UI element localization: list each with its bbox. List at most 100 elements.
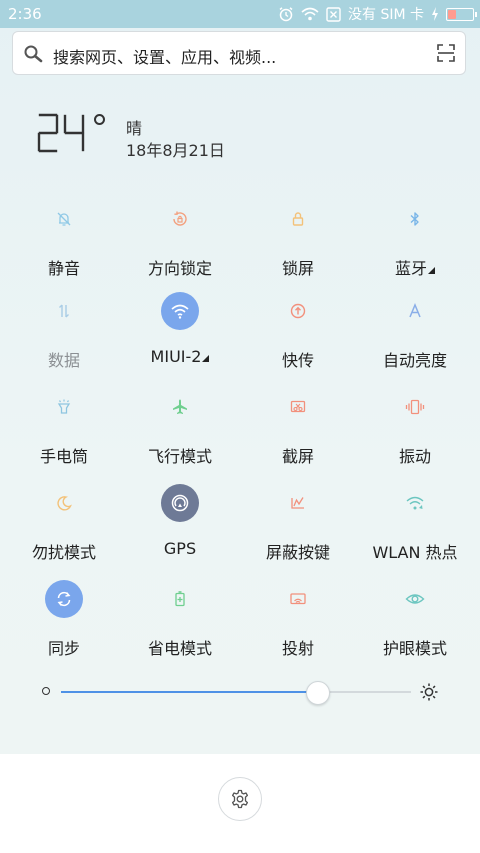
lock-icon [292, 212, 304, 226]
toggle-label: 屏蔽按键 [265, 543, 330, 562]
vibrate-circle [396, 388, 434, 426]
toggle-label: 方向锁定 [147, 259, 212, 278]
toggle-block-keys[interactable]: 屏蔽按键 [238, 484, 358, 580]
toggle-label: 蓝牙 [355, 255, 475, 279]
toggle-mute[interactable]: 静音 [4, 200, 124, 296]
eye-care-circle [396, 580, 434, 618]
block-keys-circle [279, 484, 317, 522]
toggle-gps[interactable]: GPS [120, 484, 240, 580]
rotation-lock-circle [161, 200, 199, 238]
moon-icon [57, 496, 72, 511]
auto-brightness-icon [409, 303, 421, 318]
rotation-lock-icon [173, 211, 187, 226]
toggle-label: 振动 [398, 447, 431, 466]
airplane-icon [173, 399, 187, 414]
toggle-label: 截屏 [281, 447, 314, 466]
screenshot-circle [279, 388, 317, 426]
cast-circle [279, 580, 317, 618]
toggle-eye-care[interactable]: 护眼模式 [355, 580, 475, 676]
toggle-lock-screen[interactable]: 锁屏 [238, 200, 358, 296]
brightness-track[interactable] [61, 691, 411, 693]
toggle-label: 省电模式 [147, 639, 212, 658]
toggle-cast[interactable]: 投射 [238, 580, 358, 676]
toggle-label: 同步 [47, 639, 80, 658]
brightness-fill [61, 691, 317, 693]
wifi-icon [171, 304, 189, 319]
toggle-label: WLAN 热点 [372, 543, 458, 562]
data-circle [45, 292, 83, 330]
temperature-digits [37, 113, 85, 153]
status-bar: 2:36 没有 SIM 卡 [0, 0, 480, 28]
brightness-knob[interactable] [305, 681, 330, 705]
toggle-label: GPS [163, 539, 197, 558]
status-time: 2:36 [8, 5, 42, 23]
toggle-hotspot[interactable]: WLAN 热点 [355, 484, 475, 580]
toggle-label: 数据 [47, 351, 80, 370]
gps-circle [161, 484, 199, 522]
gear-icon [231, 789, 249, 809]
toggle-airplane[interactable]: 飞行模式 [120, 388, 240, 484]
battery-icon [446, 7, 477, 21]
battery-saver-circle [161, 580, 199, 618]
bell-off-icon [57, 212, 71, 226]
weather-date: 18年8月21日 [126, 141, 225, 160]
menu-arrow-icon [428, 267, 435, 274]
bluetooth-icon [410, 212, 419, 226]
toggle-vibrate[interactable]: 振动 [355, 388, 475, 484]
alarm-icon [279, 7, 293, 22]
wifi-icon [301, 7, 319, 21]
toggle-battery-saver[interactable]: 省电模式 [120, 580, 240, 676]
search-input[interactable]: 搜索网页、设置、应用、视频... [53, 44, 276, 68]
eye-icon [405, 594, 425, 604]
scan-icon[interactable] [437, 44, 455, 62]
settings-button[interactable] [218, 777, 262, 821]
toggle-flashlight[interactable]: 手电筒 [4, 388, 124, 484]
toggle-label: 自动亮度 [382, 351, 447, 370]
toggle-screenshot[interactable]: 截屏 [238, 388, 358, 484]
search-icon [24, 45, 43, 63]
toggle-label: 飞行模式 [147, 447, 212, 466]
charging-icon [432, 7, 438, 21]
bluetooth-circle [396, 200, 434, 238]
weather-condition: 晴 [126, 119, 143, 138]
battery-saver-icon [175, 591, 185, 607]
toggle-dnd[interactable]: 勿扰模式 [4, 484, 124, 580]
search-bar[interactable]: 搜索网页、设置、应用、视频... [12, 31, 466, 75]
cast-icon [290, 593, 306, 605]
airplane-circle [161, 388, 199, 426]
toggle-label: 锁屏 [281, 259, 314, 278]
carrier-text: 没有 SIM 卡 [348, 7, 424, 23]
toggle-rotation-lock[interactable]: 方向锁定 [120, 200, 240, 296]
toggle-label: 静音 [47, 259, 80, 278]
menu-arrow-icon [202, 355, 210, 362]
mute-circle [45, 200, 83, 238]
degree-symbol [94, 114, 105, 125]
screenshot-icon [290, 400, 306, 413]
flashlight-circle [45, 388, 83, 426]
gps-icon [171, 494, 189, 512]
transfer-circle [279, 292, 317, 330]
sync-icon [57, 591, 71, 607]
toggle-data[interactable]: 数据 [4, 292, 124, 388]
toggle-wifi[interactable]: MIUI-2 [120, 292, 240, 388]
auto-brightness-circle [396, 292, 434, 330]
transfer-icon [290, 303, 306, 319]
toggle-label: 投射 [281, 639, 314, 658]
toggle-label: 勿扰模式 [31, 543, 96, 562]
toggle-sync[interactable]: 同步 [4, 580, 124, 676]
dnd-circle [45, 484, 83, 522]
toggle-label: 护眼模式 [382, 639, 447, 658]
flashlight-icon [57, 399, 71, 414]
toggle-transfer[interactable]: 快传 [238, 292, 358, 388]
status-icons: 没有 SIM 卡 [278, 4, 477, 24]
toggle-auto-brightness[interactable]: 自动亮度 [355, 292, 475, 388]
toggle-label: 快传 [281, 351, 314, 370]
hotspot-circle [396, 484, 434, 522]
sync-circle [45, 580, 83, 618]
toggle-bluetooth[interactable]: 蓝牙 [355, 200, 475, 296]
toggle-label: 手电筒 [39, 447, 88, 466]
no-sim-icon [326, 6, 341, 22]
vibrate-icon [405, 399, 425, 415]
brightness-low-icon [42, 687, 50, 695]
lock-circle [279, 200, 317, 238]
